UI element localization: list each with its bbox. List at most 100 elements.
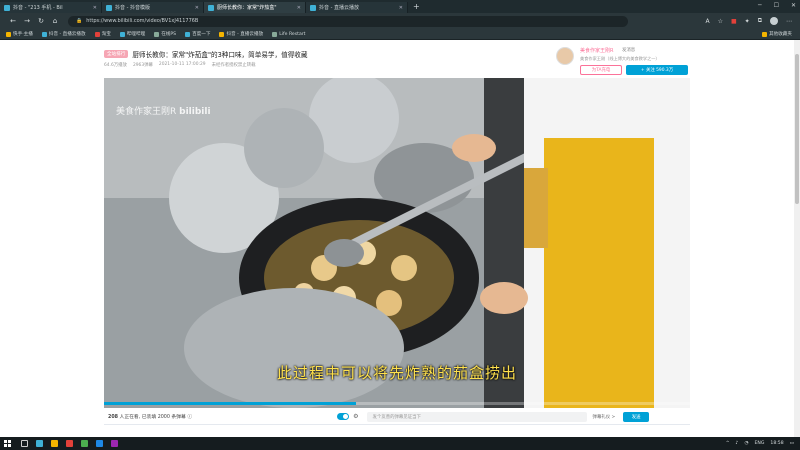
video-progress-bar[interactable] bbox=[104, 402, 690, 405]
forward-icon[interactable]: → bbox=[20, 17, 34, 25]
search-icon[interactable] bbox=[21, 440, 28, 447]
bookmark-item[interactable]: 抖音 - 直播云播放 bbox=[219, 31, 263, 37]
follow-button[interactable]: + 关注 590.3万 bbox=[626, 65, 688, 75]
tab-favicon-icon bbox=[4, 4, 10, 11]
video-title-row: 全站排行 厨师长教你：家常"炸茄盒"的3种口味，简单易学，值得收藏 bbox=[104, 49, 308, 59]
browser-tab-4[interactable]: 抖音 - 直播云播放 ✕ bbox=[306, 2, 408, 13]
app-icon[interactable] bbox=[66, 440, 73, 447]
publish-date: 2021-10-11 17:00:29 bbox=[158, 62, 206, 67]
minimize-icon[interactable]: ─ bbox=[758, 2, 762, 9]
tab-favicon-icon bbox=[310, 4, 316, 11]
tab-label: 抖音 - 抖音模版 bbox=[115, 5, 150, 11]
notification-icon[interactable]: ▭ bbox=[790, 441, 794, 446]
tab-label: 抖音 - 直播云播放 bbox=[319, 5, 359, 11]
address-bar[interactable]: 🔒 https://www.bilibili.com/video/BV1xJ41… bbox=[68, 15, 628, 27]
bookmark-item[interactable]: 抖音 - 直播云播放 bbox=[41, 31, 86, 37]
video-meta: 64.6万播放 2963弹幕 2021-10-11 17:00:29 未经作者授… bbox=[104, 62, 255, 68]
taskbar-apps bbox=[21, 440, 118, 447]
more-icon[interactable]: ⋯ bbox=[786, 18, 792, 25]
app-icon[interactable] bbox=[111, 440, 118, 447]
steel-bowl bbox=[244, 108, 324, 188]
close-icon[interactable]: ✕ bbox=[195, 5, 199, 11]
bookmark-favicon-icon bbox=[119, 31, 125, 37]
bookmark-item[interactable]: Life Restart bbox=[272, 31, 305, 37]
home-icon[interactable]: ⌂ bbox=[48, 17, 62, 25]
system-tray: ^ ♪ ◔ ENG 18:58 ▭ bbox=[726, 441, 794, 446]
browser-tab-3-active[interactable]: 厨师长教你：家常"炸茄盒" ✕ bbox=[204, 2, 306, 13]
tab-favicon-icon bbox=[106, 4, 112, 11]
close-window-icon[interactable]: ✕ bbox=[791, 2, 796, 9]
bookmark-favicon-icon bbox=[94, 31, 100, 37]
toolbar-icons: A ☆ ■ ✦ ⧉ ⋯ bbox=[706, 17, 792, 25]
rank-badge[interactable]: 全站排行 bbox=[104, 50, 129, 58]
app-icon[interactable] bbox=[81, 440, 88, 447]
bookmark-other-folder[interactable]: 其他收藏夹 bbox=[762, 31, 792, 37]
danmaku-input[interactable]: 发个友善的弹幕见证当下 bbox=[366, 411, 587, 422]
maximize-icon[interactable]: ☐ bbox=[774, 2, 779, 9]
video-frame bbox=[104, 78, 690, 408]
bookmarks-bar: 快手·主播 抖音 - 直播云播放 淘宝 哔哩哔哩 在线PS 百度一下 抖音 - … bbox=[0, 29, 800, 40]
collections-icon[interactable]: ⧉ bbox=[758, 17, 762, 25]
send-message-link[interactable]: 发消息 bbox=[622, 47, 635, 53]
browser-tab-1[interactable]: 抖音 - "213 手机 - Bil ✕ bbox=[0, 2, 102, 13]
tab-label: 抖音 - "213 手机 - Bil bbox=[13, 5, 63, 11]
extension-icon[interactable]: ■ bbox=[731, 18, 737, 25]
tab-label: 厨师长教你：家常"炸茄盒" bbox=[217, 5, 277, 11]
uploader-avatar[interactable] bbox=[556, 47, 574, 65]
tab-favicon-icon bbox=[208, 4, 214, 11]
page-scrollbar[interactable] bbox=[794, 40, 800, 437]
video-player[interactable]: 美食作家王刚R bilibili 此过程中可以将先炸熟的茄盒捞出 bbox=[104, 78, 690, 408]
puzzle-icon[interactable]: ✦ bbox=[745, 18, 750, 25]
bookmark-favicon-icon bbox=[6, 31, 11, 37]
favorite-star-icon[interactable]: ☆ bbox=[718, 18, 723, 25]
bookmark-item[interactable]: 快手·主播 bbox=[6, 31, 33, 37]
input-language[interactable]: ENG bbox=[755, 441, 765, 446]
browser-tab-strip: 抖音 - "213 手机 - Bil ✕ 抖音 - 抖音模版 ✕ 厨师长教你：家… bbox=[0, 0, 800, 13]
windows-taskbar: ^ ♪ ◔ ENG 18:58 ▭ bbox=[0, 437, 800, 450]
uploader-description: 美食作家王刚（线上博大的美食教学之一） bbox=[580, 56, 660, 61]
volume-icon[interactable]: ♪ bbox=[736, 441, 739, 446]
close-icon[interactable]: ✕ bbox=[93, 5, 97, 11]
chevron-up-icon[interactable]: ^ bbox=[726, 441, 730, 446]
bookmark-item[interactable]: 哔哩哔哩 bbox=[119, 31, 145, 37]
bookmark-favicon-icon bbox=[272, 31, 278, 37]
browser-toolbar: ← → ↻ ⌂ 🔒 https://www.bilibili.com/video… bbox=[0, 13, 800, 29]
bookmark-item[interactable]: 在线PS bbox=[154, 31, 176, 37]
address-text: https://www.bilibili.com/video/BV1xJ4117… bbox=[86, 18, 199, 24]
clock[interactable]: 18:58 bbox=[770, 441, 783, 446]
windows-start-icon[interactable] bbox=[4, 440, 11, 447]
repost-notice: 未经作者授权禁止转载 bbox=[211, 63, 256, 68]
uploader-name[interactable]: 美食作家王刚R bbox=[580, 47, 613, 54]
folder-icon bbox=[762, 31, 768, 37]
app-icon[interactable] bbox=[96, 440, 103, 447]
bookmark-item[interactable]: 淘宝 bbox=[94, 31, 111, 37]
back-icon[interactable]: ← bbox=[6, 17, 20, 25]
oil-bottle bbox=[524, 168, 548, 248]
danmaku-settings-icon[interactable]: ⚙ bbox=[353, 413, 358, 420]
browser-tab-2[interactable]: 抖音 - 抖音模版 ✕ bbox=[102, 2, 204, 13]
bookmark-favicon-icon bbox=[154, 31, 160, 37]
scrollbar-thumb[interactable] bbox=[795, 54, 799, 204]
danmaku-send-button[interactable]: 发送 bbox=[623, 411, 650, 422]
network-icon[interactable]: ◔ bbox=[744, 441, 748, 446]
danmaku-etiquette-link[interactable]: 弹幕礼仪 > bbox=[593, 414, 616, 420]
profile-avatar[interactable] bbox=[770, 17, 778, 25]
folder-icon[interactable] bbox=[51, 440, 58, 447]
edge-icon[interactable] bbox=[36, 440, 43, 447]
danmaku-toggle[interactable] bbox=[337, 413, 350, 420]
viewer-count: 208 人正在看, 已装填 2000 条弹幕 ⓘ bbox=[108, 415, 193, 420]
charge-button[interactable]: 为TA充电 bbox=[580, 65, 622, 75]
lock-icon: 🔒 bbox=[76, 18, 83, 24]
window-controls: ─ ☐ ✕ bbox=[758, 2, 796, 9]
close-icon[interactable]: ✕ bbox=[399, 5, 403, 11]
uploader-card: 美食作家王刚R 发消息 美食作家王刚（线上博大的美食教学之一） 为TA充电 + … bbox=[556, 45, 690, 77]
refresh-icon[interactable]: ↻ bbox=[34, 17, 48, 25]
close-icon[interactable]: ✕ bbox=[297, 5, 301, 11]
chef-hand bbox=[452, 134, 496, 162]
danmaku-total: 2963弹幕 bbox=[132, 63, 153, 68]
read-aloud-icon[interactable]: A bbox=[706, 18, 710, 25]
bookmark-favicon-icon bbox=[41, 31, 47, 37]
new-tab-icon[interactable]: + bbox=[413, 2, 420, 11]
bookmark-item[interactable]: 百度一下 bbox=[185, 31, 210, 37]
bookmark-favicon-icon bbox=[185, 31, 191, 37]
